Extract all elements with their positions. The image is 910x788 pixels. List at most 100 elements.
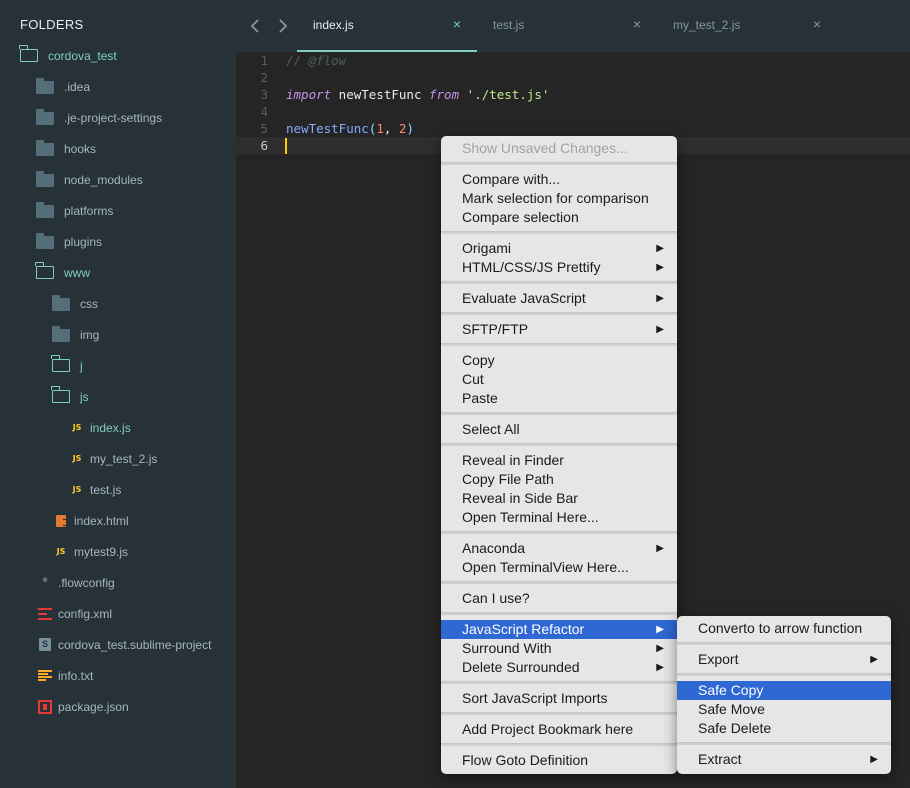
menu-item-open-terminal-here[interactable]: Open Terminal Here... — [441, 508, 677, 527]
menu-item-add-project-bookmark[interactable]: Add Project Bookmark here — [441, 720, 677, 739]
menu-item-compare-selection[interactable]: Compare selection — [441, 208, 677, 227]
folder-icon — [36, 139, 54, 156]
tab-label: my_test_2.js — [673, 18, 741, 32]
menu-item-copy-file-path[interactable]: Copy File Path — [441, 470, 677, 489]
tree-item-label: info.txt — [58, 668, 94, 683]
menu-item-sort-javascript-imports[interactable]: Sort JavaScript Imports — [441, 689, 677, 708]
chevron-left-icon[interactable] — [248, 17, 264, 35]
close-icon[interactable]: × — [633, 16, 641, 32]
tree-file-my-test-2-js[interactable]: JS my_test_2.js — [0, 443, 236, 474]
tree-file-package-json[interactable]: package.json — [0, 691, 236, 722]
menu-item-can-i-use[interactable]: Can I use? — [441, 589, 677, 608]
tree-item-label: test.js — [90, 482, 122, 497]
tree-folder-cordova-test[interactable]: cordova_test — [0, 40, 236, 71]
menu-item-delete-surrounded[interactable]: Delete Surrounded ▶ — [441, 658, 677, 677]
code-line: 3 import newTestFunc from './test.js' — [236, 86, 910, 103]
menu-item-mark-selection[interactable]: Mark selection for comparison — [441, 189, 677, 208]
tab-my-test-2-js[interactable]: my_test_2.js × — [657, 0, 837, 52]
code-function-call: newTestFunc — [286, 121, 369, 136]
menu-item-reveal-in-finder[interactable]: Reveal in Finder — [441, 451, 677, 470]
tree-file-index-js[interactable]: JS index.js — [0, 412, 236, 443]
tab-bar: index.js × test.js × my_test_2.js × — [236, 0, 910, 52]
submenu-arrow-icon: ▶ — [656, 324, 664, 335]
menu-item-origami[interactable]: Origami ▶ — [441, 239, 677, 258]
menu-item-open-terminalview-here[interactable]: Open TerminalView Here... — [441, 558, 677, 577]
submenu-arrow-icon: ▶ — [656, 293, 664, 304]
submenu-item-export[interactable]: Export ▶ — [677, 650, 891, 669]
tree-folder-node-modules[interactable]: node_modules — [0, 164, 236, 195]
line-number: 5 — [260, 121, 268, 136]
tree-file-flowconfig[interactable]: * .flowconfig — [0, 567, 236, 598]
text-caret — [285, 138, 287, 154]
menu-item-evaluate-javascript[interactable]: Evaluate JavaScript ▶ — [441, 289, 677, 308]
menu-item-anaconda[interactable]: Anaconda ▶ — [441, 539, 677, 558]
tree-item-label: node_modules — [64, 172, 143, 187]
chevron-right-icon[interactable] — [274, 17, 290, 35]
tree-file-index-html[interactable]: index.html — [0, 505, 236, 536]
tab-test-js[interactable]: test.js × — [477, 0, 657, 52]
js-file-icon: JS — [72, 422, 82, 432]
tree-item-label: index.html — [74, 513, 129, 528]
close-icon[interactable]: × — [813, 16, 821, 32]
sidebar-header: FOLDERS — [20, 17, 84, 32]
menu-separator — [441, 743, 677, 746]
folder-icon — [36, 170, 54, 187]
tree-item-label: js — [80, 389, 89, 404]
menu-item-surround-with[interactable]: Surround With ▶ — [441, 639, 677, 658]
tree-folder-img[interactable]: img — [0, 319, 236, 350]
folder-icon — [36, 232, 54, 249]
submenu-arrow-icon: ▶ — [656, 243, 664, 254]
close-icon[interactable]: × — [453, 16, 461, 32]
context-menu: Show Unsaved Changes... Compare with... … — [441, 136, 677, 774]
tree-folder-je-project-settings[interactable]: .je-project-settings — [0, 102, 236, 133]
menu-separator — [441, 281, 677, 284]
menu-item-copy[interactable]: Copy — [441, 351, 677, 370]
code-line: 1 // @flow — [236, 52, 910, 69]
tree-folder-idea[interactable]: .idea — [0, 71, 236, 102]
menu-item-select-all[interactable]: Select All — [441, 420, 677, 439]
menu-item-reveal-in-side-bar[interactable]: Reveal in Side Bar — [441, 489, 677, 508]
tree-item-label: hooks — [64, 141, 97, 156]
submenu-item-safe-move[interactable]: Safe Move — [677, 700, 891, 719]
submenu-item-convert-to-arrow-function[interactable]: Converto to arrow function — [677, 619, 891, 638]
sidebar: FOLDERS cordova_test .idea .je-project-s… — [0, 0, 236, 788]
code-comma: , — [383, 121, 399, 136]
tree-folder-www[interactable]: www — [0, 257, 236, 288]
tree-item-label: j — [80, 358, 83, 373]
tree-file-mytest9-js[interactable]: JS mytest9.js — [0, 536, 236, 567]
line-number: 6 — [260, 138, 268, 153]
menu-item-compare-with[interactable]: Compare with... — [441, 170, 677, 189]
tree-file-test-js[interactable]: JS test.js — [0, 474, 236, 505]
menu-separator — [441, 162, 677, 165]
menu-item-label: SFTP/FTP — [462, 321, 529, 337]
code-string: './test.js' — [466, 87, 550, 102]
menu-item-paste[interactable]: Paste — [441, 389, 677, 408]
tree-item-label: .je-project-settings — [64, 110, 163, 125]
menu-item-javascript-refactor[interactable]: JavaScript Refactor ▶ — [441, 620, 677, 639]
submenu-arrow-icon: ▶ — [656, 624, 664, 635]
tree-folder-js[interactable]: js — [0, 381, 236, 412]
folder-open-icon — [51, 385, 70, 404]
submenu-item-safe-copy[interactable]: Safe Copy — [677, 681, 891, 700]
submenu-item-extract[interactable]: Extract ▶ — [677, 750, 891, 769]
submenu-item-safe-delete[interactable]: Safe Delete — [677, 719, 891, 738]
menu-item-cut[interactable]: Cut — [441, 370, 677, 389]
tree-file-sublime-project[interactable]: S cordova_test.sublime-project — [0, 629, 236, 660]
menu-item-show-unsaved-changes: Show Unsaved Changes... — [462, 140, 628, 156]
menu-item-prettify[interactable]: HTML/CSS/JS Prettify ▶ — [441, 258, 677, 277]
line-number: 1 — [260, 53, 268, 68]
tree-folder-hooks[interactable]: hooks — [0, 133, 236, 164]
tree-file-info-txt[interactable]: info.txt — [0, 660, 236, 691]
tree-item-label: cordova_test.sublime-project — [58, 637, 212, 652]
submenu-arrow-icon: ▶ — [870, 654, 878, 665]
tree-folder-platforms[interactable]: platforms — [0, 195, 236, 226]
menu-item-sftp-ftp[interactable]: SFTP/FTP ▶ — [441, 320, 677, 339]
tree-folder-plugins[interactable]: plugins — [0, 226, 236, 257]
menu-separator — [441, 443, 677, 446]
tab-index-js[interactable]: index.js × — [297, 0, 477, 52]
tree-folder-css[interactable]: css — [0, 288, 236, 319]
tree-item-label: css — [80, 296, 98, 311]
menu-item-flow-goto-definition[interactable]: Flow Goto Definition — [441, 751, 677, 770]
tree-folder-j[interactable]: j — [0, 350, 236, 381]
tree-file-config-xml[interactable]: config.xml — [0, 598, 236, 629]
